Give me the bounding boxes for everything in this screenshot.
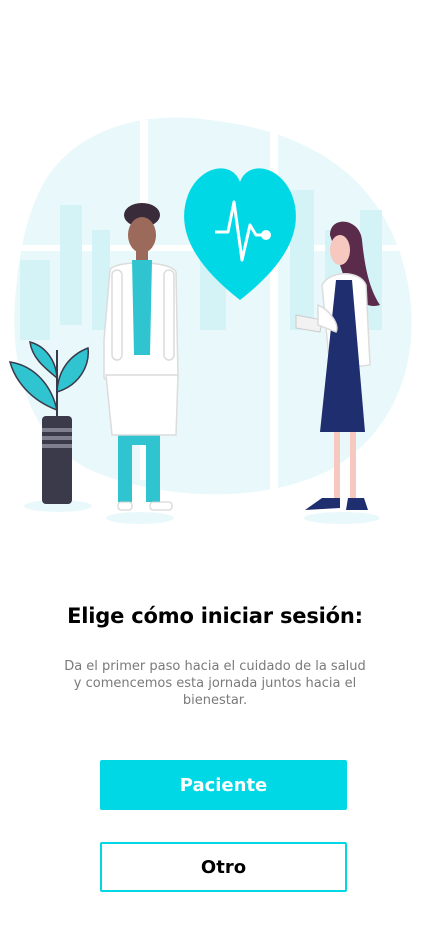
doctors-illustration [0,110,430,530]
patient-button-label: Paciente [179,774,268,796]
page-description: Da el primer paso hacia el cuidado de la… [64,659,366,708]
other-button[interactable]: Otro [100,842,347,892]
other-button-label: Otro [200,856,247,878]
page-title: Elige cómo iniciar sesión: [67,604,363,628]
patient-button[interactable]: Paciente [100,760,347,810]
